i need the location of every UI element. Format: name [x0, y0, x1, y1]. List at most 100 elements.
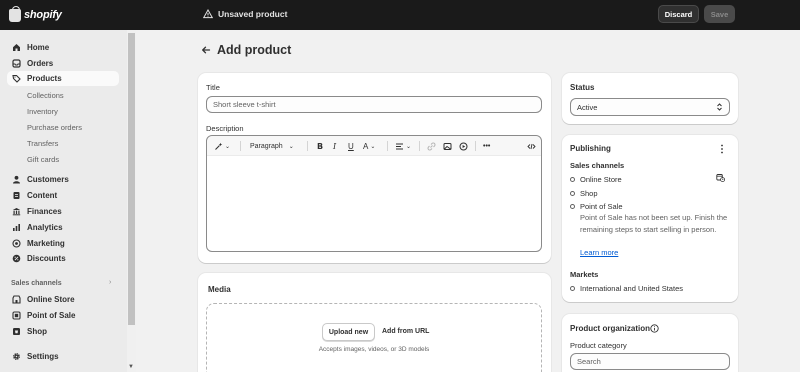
sidebar-item-content[interactable]: Content: [7, 188, 119, 203]
chart-icon: [12, 223, 21, 232]
sidebar-item-label: Point of Sale: [27, 311, 76, 320]
paragraph-dropdown[interactable]: Paragraph ⌄: [250, 141, 294, 151]
sidebar-item-point-of-sale[interactable]: Point of Sale: [7, 308, 119, 323]
title-label: Title: [206, 83, 220, 92]
more-vertical-icon[interactable]: [720, 144, 724, 154]
sidebar-item-label: Orders: [27, 59, 54, 68]
tag-icon: [12, 74, 21, 83]
pos-setup-note: Point of Sale has not been set up. Finis…: [580, 213, 728, 234]
status-select[interactable]: Active: [570, 98, 730, 116]
sidebar-subitem-collections[interactable]: Collections: [27, 91, 64, 100]
channel-status-dot: [570, 177, 575, 182]
paragraph-dropdown-label: Paragraph: [250, 142, 283, 150]
channel-online-store: Online Store: [580, 175, 622, 184]
unsaved-status: Unsaved product: [203, 9, 287, 19]
save-button[interactable]: Save: [704, 5, 735, 23]
sidebar-item-label: Online Store: [27, 295, 75, 304]
person-icon: [12, 175, 21, 184]
title-input[interactable]: Short sleeve t-shirt: [206, 96, 542, 113]
page-title: Add product: [217, 43, 292, 57]
calendar-clock-icon[interactable]: [716, 173, 725, 182]
toolbar-divider: [240, 141, 241, 151]
sidebar-item-label: Products: [27, 74, 62, 83]
italic-button[interactable]: I: [333, 141, 336, 151]
text-color-label: A: [363, 141, 369, 151]
sidebar-item-analytics[interactable]: Analytics: [7, 220, 119, 235]
sidebar-item-discounts[interactable]: Discounts: [7, 251, 119, 266]
info-icon[interactable]: [650, 324, 659, 333]
media-card: Media Upload new Add from URL Accepts im…: [198, 273, 551, 372]
image-icon: [443, 142, 452, 150]
sidebar-item-orders[interactable]: Orders: [7, 56, 119, 71]
sidebar: Home Orders Products Collections Invento…: [0, 30, 127, 372]
sidebar-item-customers[interactable]: Customers: [7, 172, 119, 187]
sidebar-scroll-thumb[interactable]: [128, 33, 135, 325]
select-arrows-icon: [717, 103, 722, 111]
toolbar-divider: [387, 141, 388, 151]
status-heading: Status: [570, 83, 595, 92]
product-organization-card: Product organization Product category Se…: [562, 314, 738, 372]
channel-point-of-sale: Point of Sale: [580, 202, 623, 211]
sidebar-subitem-inventory[interactable]: Inventory: [27, 107, 58, 116]
bold-button[interactable]: B: [317, 141, 323, 151]
status-card: Status Active: [562, 73, 738, 124]
product-category-label: Product category: [570, 341, 627, 350]
channel-status-dot: [570, 204, 575, 209]
sales-channels-heading[interactable]: Sales channels: [11, 280, 62, 287]
product-category-search-input[interactable]: Search: [570, 353, 730, 370]
description-label: Description: [206, 124, 244, 133]
brand-name: shopify: [24, 9, 62, 21]
status-select-value: Active: [577, 102, 598, 112]
market-status-dot: [570, 286, 575, 291]
description-editor[interactable]: ⌄ Paragraph ⌄ B I U A ⌄ ⌄ •••: [206, 135, 542, 252]
align-button[interactable]: ⌄: [395, 141, 411, 151]
toolbar-divider: [307, 141, 308, 151]
chevron-right-icon[interactable]: ›: [109, 279, 111, 286]
sidebar-item-marketing[interactable]: Marketing: [7, 236, 119, 251]
code-view-button[interactable]: [527, 141, 536, 151]
ai-magic-button[interactable]: ⌄: [214, 141, 230, 151]
play-circle-icon: [459, 142, 468, 150]
upload-new-button[interactable]: Upload new: [322, 323, 375, 341]
media-accepts-hint: Accepts images, videos, or 3D models: [318, 346, 430, 353]
sidebar-item-label: Finances: [27, 207, 62, 216]
store-icon: [12, 295, 21, 304]
sidebar-subitem-gift-cards[interactable]: Gift cards: [27, 155, 59, 164]
underline-button[interactable]: U: [348, 141, 354, 151]
scroll-down-arrow-icon[interactable]: ▼: [128, 364, 134, 370]
link-icon: [427, 142, 436, 150]
sidebar-item-home[interactable]: Home: [7, 40, 119, 55]
inbox-icon: [12, 59, 21, 68]
editor-toolbar: ⌄ Paragraph ⌄ B I U A ⌄ ⌄ •••: [207, 136, 541, 156]
toolbar-divider: [475, 141, 476, 151]
text-color-button[interactable]: A ⌄: [363, 141, 375, 151]
sidebar-subitem-purchase-orders[interactable]: Purchase orders: [27, 123, 82, 132]
sidebar-item-settings[interactable]: Settings: [7, 349, 119, 364]
chevron-down-icon: ⌄: [370, 143, 376, 150]
product-details-card: Title Short sleeve t-shirt Description ⌄…: [198, 73, 551, 263]
learn-more-link[interactable]: Learn more: [580, 248, 618, 257]
media-dropzone[interactable]: Upload new Add from URL Accepts images, …: [206, 303, 542, 372]
sidebar-item-shop[interactable]: Shop: [7, 324, 119, 339]
discard-button[interactable]: Discard: [658, 5, 699, 23]
insert-image-button[interactable]: [443, 141, 452, 151]
sidebar-item-label: Discounts: [27, 254, 66, 263]
sidebar-item-products[interactable]: Products: [7, 71, 119, 86]
channel-status-dot: [570, 191, 575, 196]
add-from-url-link[interactable]: Add from URL: [382, 328, 429, 335]
sidebar-item-label: Content: [27, 191, 58, 200]
chevron-down-icon: ⌄: [288, 143, 294, 150]
sidebar-subitem-transfers[interactable]: Transfers: [27, 139, 58, 148]
sidebar-item-online-store[interactable]: Online Store: [7, 292, 119, 307]
shopify-logo[interactable]: shopify: [9, 5, 62, 22]
more-options-icon[interactable]: •••: [483, 141, 490, 151]
link-button[interactable]: [427, 141, 436, 151]
code-icon: [527, 143, 536, 149]
insert-video-button[interactable]: [459, 141, 468, 151]
sidebar-item-label: Home: [27, 43, 50, 52]
back-arrow-icon[interactable]: [201, 45, 211, 55]
publishing-card: Publishing Sales channels Online Store S…: [562, 135, 738, 302]
bank-icon: [12, 207, 21, 216]
chevron-down-icon: ⌄: [406, 143, 412, 150]
sidebar-item-finances[interactable]: Finances: [7, 204, 119, 219]
